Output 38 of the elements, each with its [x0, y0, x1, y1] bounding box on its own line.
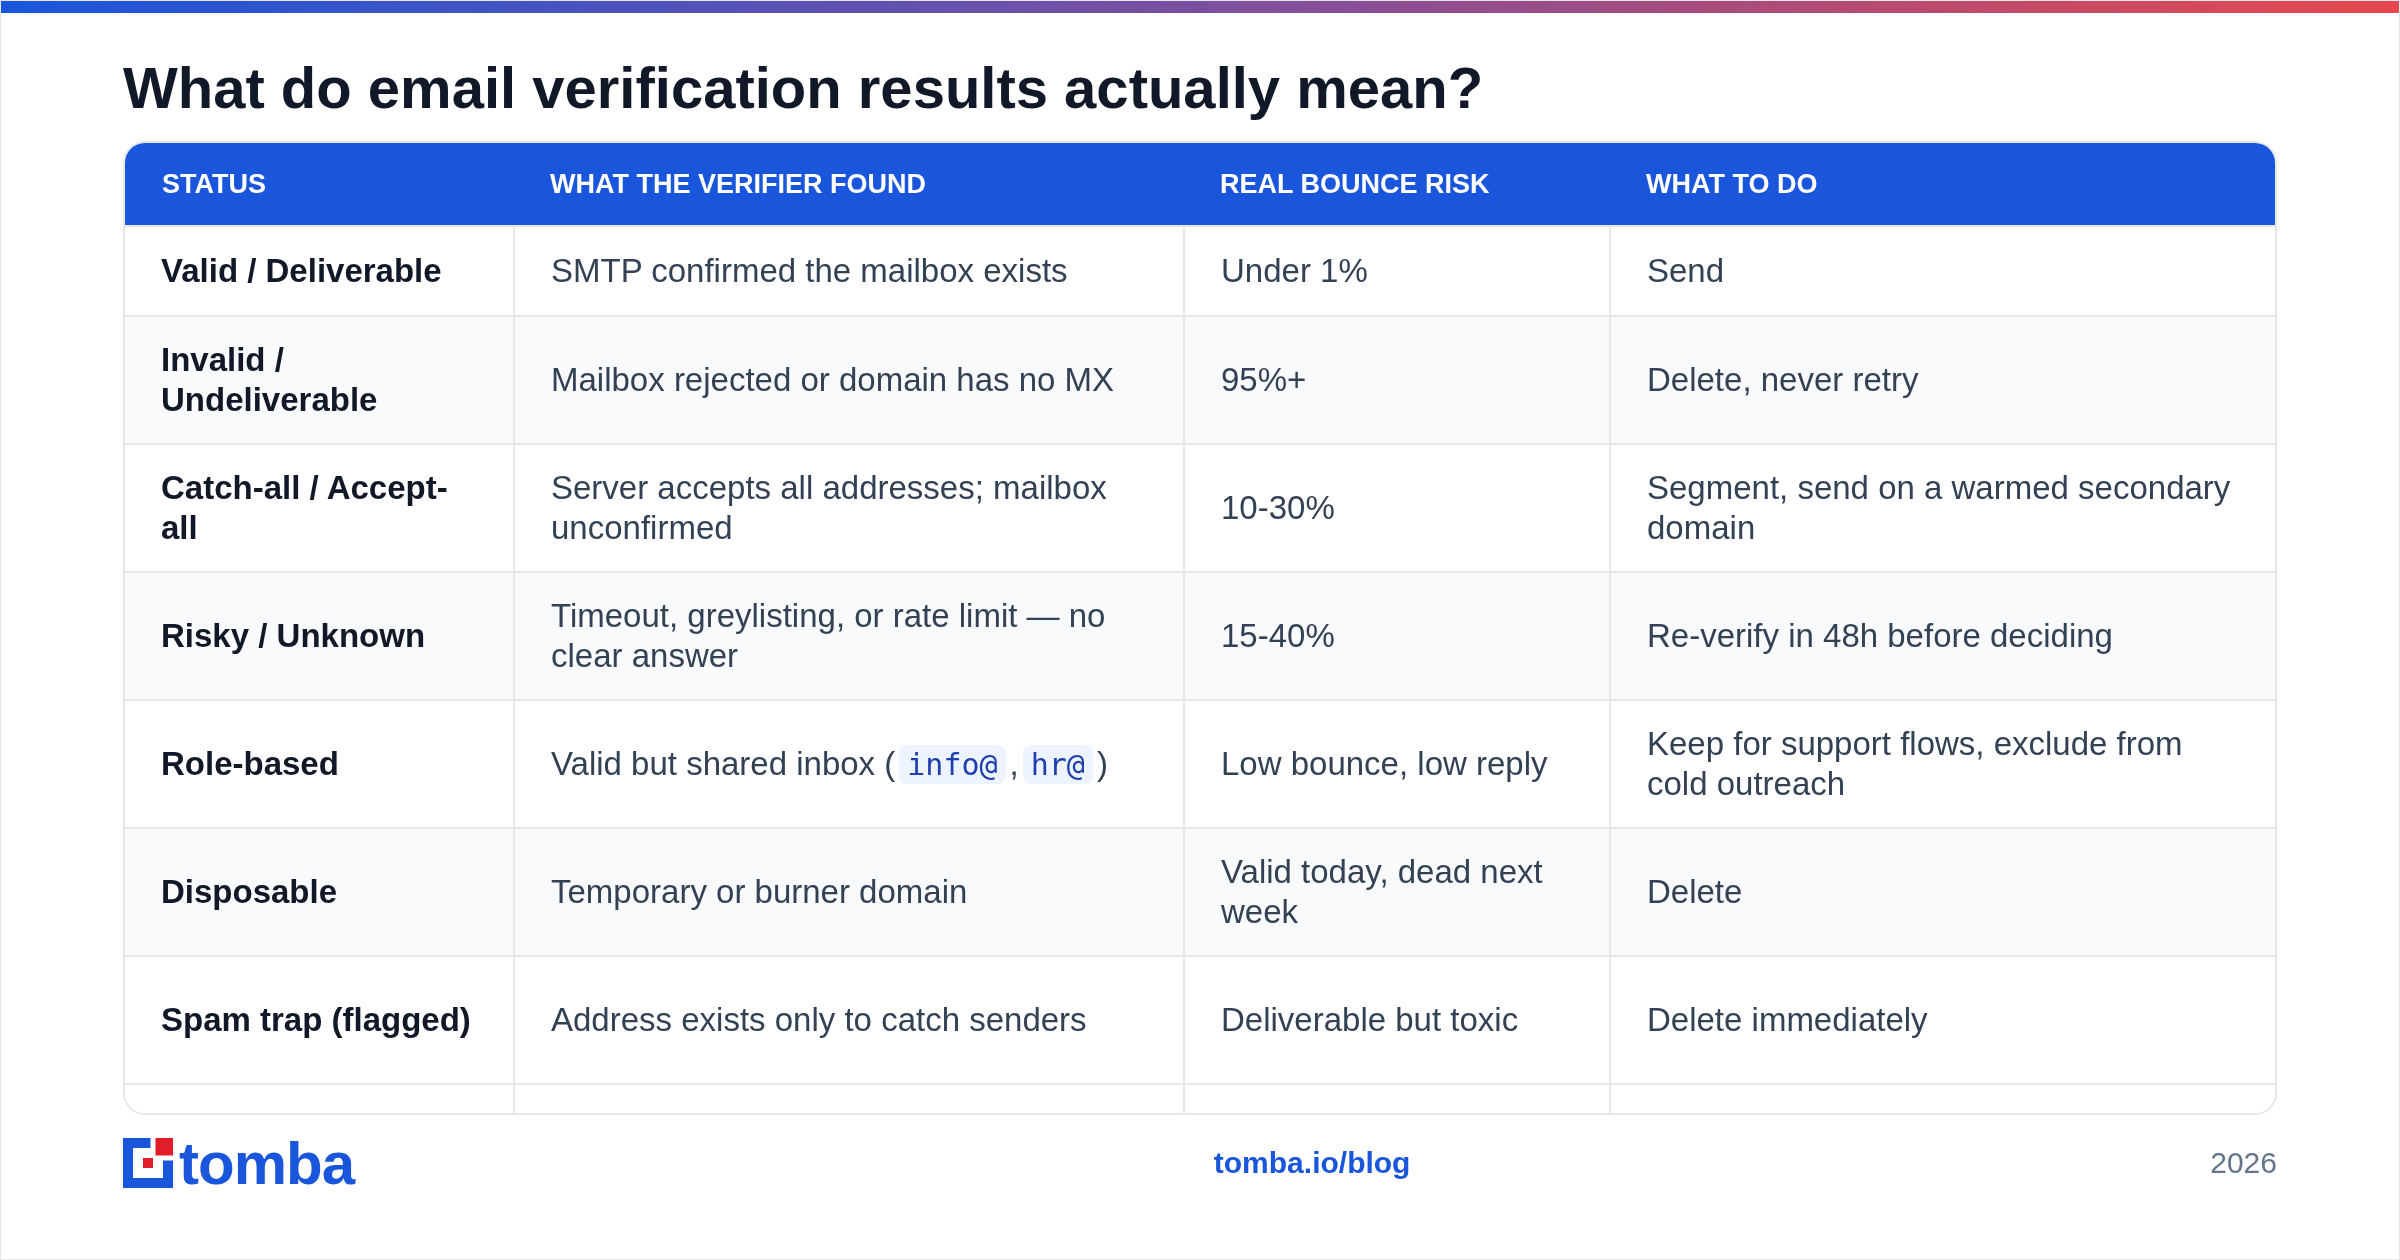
action-text: Delete, never retry [1647, 360, 1919, 400]
status-label: Catch-all / Accept-all [161, 468, 449, 548]
code-chip: info@ [899, 744, 1006, 784]
bounce-risk-text: Valid today, dead next week [1221, 852, 1544, 932]
page-title: What do email verification results actually mean? [123, 54, 1485, 122]
status-label: Invalid / Undeliverable [161, 340, 379, 420]
status-label: Risky / Unknown [161, 616, 426, 656]
column-header: WHAT THE VERIFIER FOUND [549, 168, 927, 200]
status-label: Disposable [161, 872, 338, 912]
status-label: Spam trap (flagged) [161, 1000, 471, 1040]
finding-text: Valid but shared inbox ( info@ , hr@ ) [551, 743, 1108, 785]
bounce-risk-text: 95%+ [1221, 360, 1307, 400]
blog-link[interactable]: tomba.io/blog [1213, 1146, 1411, 1180]
action-text: Send [1647, 251, 1725, 291]
bounce-risk-text: 10-30% [1221, 488, 1335, 528]
tomba-logo[interactable]: tomba [123, 1128, 354, 1198]
action-text: Re-verify in 48h before deciding [1647, 616, 2113, 656]
action-text: Keep for support flows, exclude from cold outreach [1647, 724, 2184, 804]
status-label: Role-based [161, 744, 339, 784]
bounce-risk-text: 15-40% [1221, 616, 1335, 656]
bounce-risk-text: Low bounce, low reply [1221, 744, 1548, 784]
bounce-risk-text: Deliverable but toxic [1221, 1000, 1519, 1040]
column-header: WHAT TO DO [1645, 168, 1819, 200]
action-text: Segment, send on a warmed secondary domain [1647, 468, 2232, 548]
action-text: Delete [1647, 872, 1743, 912]
column-header: REAL BOUNCE RISK [1219, 168, 1491, 200]
year-text: 2026 [2210, 1146, 2277, 1180]
finding-text: Mailbox rejected or domain has no MX [551, 360, 1115, 400]
bounce-risk-text: Under 1% [1221, 251, 1368, 291]
column-header: STATUS [161, 168, 267, 200]
finding-text: SMTP confirmed the mailbox exists [551, 251, 1068, 291]
action-text: Delete immediately [1647, 1000, 1928, 1040]
finding-text: Temporary or burner domain [551, 872, 968, 912]
status-label: Valid / Deliverable [161, 251, 442, 291]
finding-text: Timeout, greylisting, or rate limit — no clear answer [551, 596, 1107, 676]
finding-text: Server accepts all addresses; mailbox unconfirmed [551, 468, 1108, 548]
finding-text: Address exists only to catch senders [551, 1000, 1087, 1040]
code-chip: hr@ [1022, 744, 1093, 784]
